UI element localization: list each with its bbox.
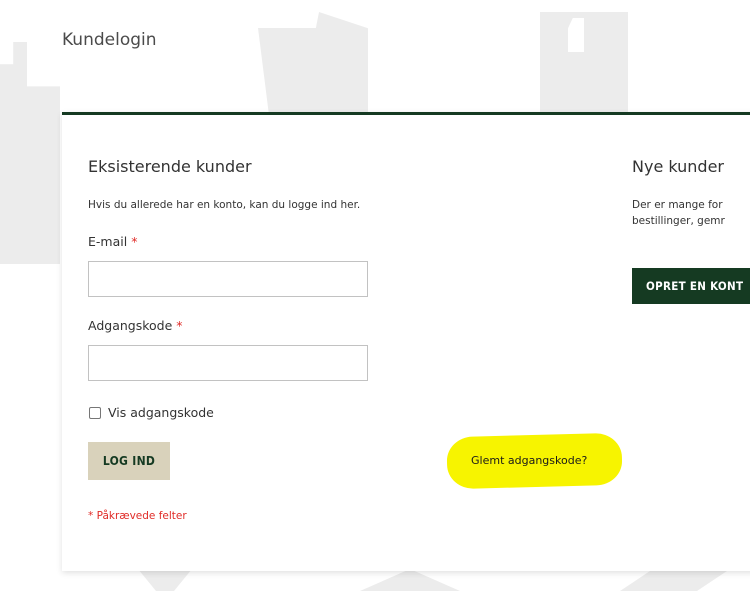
new-customers-section: Nye kunder Der er mange for bestillinger… <box>632 115 750 571</box>
existing-customers-title: Eksisterende kunder <box>88 157 252 176</box>
new-customers-description-line2: bestillinger, gemr <box>632 215 725 227</box>
email-field[interactable] <box>88 261 368 297</box>
forgot-password-link[interactable]: Glemt adgangskode? <box>471 454 587 467</box>
email-label: E-mail * <box>88 234 137 249</box>
background-shape-bottom-2 <box>360 569 460 591</box>
background-tower-window <box>568 18 584 52</box>
show-password-checkbox[interactable] <box>89 406 101 419</box>
login-card: Eksisterende kunder Hvis du allerede har… <box>62 112 750 571</box>
new-customers-title: Nye kunder <box>632 157 724 176</box>
password-required-mark: * <box>176 318 183 333</box>
new-customers-description-line1: Der er mange for <box>632 199 723 211</box>
background-building-left <box>0 42 60 264</box>
login-button[interactable]: LOG IND <box>88 442 170 480</box>
password-label-text: Adgangskode <box>88 318 173 333</box>
email-label-text: E-mail <box>88 234 128 249</box>
required-fields-note: * Påkrævede felter <box>88 510 187 522</box>
password-field[interactable] <box>88 345 368 381</box>
background-tower-right <box>540 12 628 120</box>
page-title: Kundelogin <box>62 30 157 50</box>
background-shape-bottom-1 <box>138 569 192 591</box>
create-account-button[interactable]: OPRET EN KONT <box>632 268 750 304</box>
show-password-label: Vis adgangskode <box>108 405 214 420</box>
show-password-row[interactable]: Vis adgangskode <box>89 405 214 420</box>
email-required-mark: * <box>131 234 138 249</box>
password-label: Adgangskode * <box>88 318 183 333</box>
existing-customers-description: Hvis du allerede har en konto, kan du lo… <box>88 199 361 211</box>
background-shape-bottom-3 <box>620 569 730 591</box>
